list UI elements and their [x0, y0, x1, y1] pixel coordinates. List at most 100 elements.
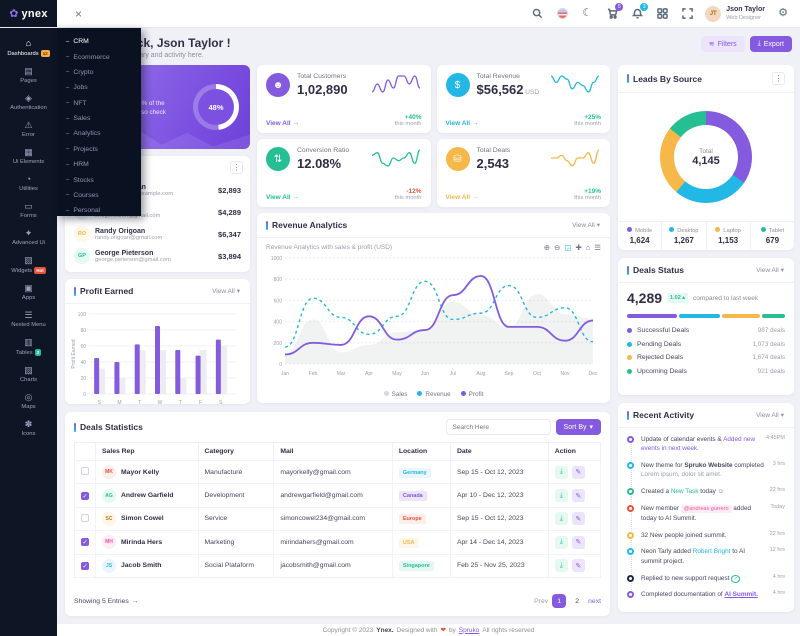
row-checkbox[interactable]: ✓: [81, 538, 89, 546]
edit-button[interactable]: ✎: [572, 489, 585, 502]
page-number-button[interactable]: 2: [570, 594, 584, 608]
user-avatar: JT: [705, 6, 721, 22]
sparkline-chart: [370, 147, 422, 171]
submenu-item-analytics[interactable]: –Analytics: [57, 126, 141, 141]
sidebar-item-advanced-ui[interactable]: ✦Advanced Ui: [0, 224, 57, 251]
svg-text:Aug: Aug: [477, 371, 486, 377]
stat-view-all-button[interactable]: View All→: [266, 120, 299, 127]
submenu-item-crypto[interactable]: –Crypto: [57, 65, 141, 80]
sidebar-item-ui-elements[interactable]: ▦Ui Elements: [0, 143, 57, 170]
notifications-bell-icon[interactable]: 3: [630, 7, 644, 21]
menu-icon[interactable]: ☰: [594, 243, 601, 252]
edit-button[interactable]: ✎: [572, 559, 585, 572]
stat-view-all-button[interactable]: View All→: [446, 194, 479, 201]
download-button[interactable]: ⤓: [555, 466, 568, 479]
table-search-input[interactable]: [446, 419, 551, 435]
filters-button[interactable]: ≋Filters: [701, 36, 745, 52]
stat-view-all-button[interactable]: View All→: [266, 194, 299, 201]
sidebar-item-pages[interactable]: ▤Pages: [0, 62, 57, 89]
avatar: AG: [102, 489, 116, 503]
app-logo[interactable]: ✿ ynex: [0, 0, 57, 27]
pan-icon[interactable]: ✚: [575, 243, 581, 252]
deals-status-view-all-button[interactable]: View All▾: [755, 265, 785, 275]
reset-home-icon[interactable]: ⌂: [586, 243, 591, 252]
edit-button[interactable]: ✎: [572, 512, 585, 525]
stat-view-all-button[interactable]: View All→: [446, 120, 479, 127]
nested-menu-icon: ☰: [24, 311, 32, 320]
avatar: MK: [102, 465, 116, 479]
spruko-link[interactable]: Spruko: [459, 627, 480, 634]
settings-gear-icon[interactable]: ⚙: [776, 7, 790, 21]
download-button[interactable]: ⤓: [555, 536, 568, 549]
page-number-button[interactable]: 1: [552, 594, 566, 608]
sidebar-toggle-close-icon[interactable]: ×: [75, 7, 82, 21]
deals-table: Sales RepCategoryMailLocationDateAction …: [74, 442, 601, 578]
zoom-in-icon[interactable]: ⊕: [544, 243, 550, 252]
sidebar-item-utilities[interactable]: ◔Utilities: [0, 170, 57, 197]
sidebar-item-charts[interactable]: ▨Charts: [0, 361, 57, 388]
leads-by-source-card: Leads By Source ⋮ Total 4,145: [618, 65, 794, 250]
legend-item[interactable]: Revenue: [417, 391, 450, 398]
submenu-item-projects[interactable]: –Projects: [57, 142, 141, 157]
download-button[interactable]: ⤓: [555, 559, 568, 572]
svg-text:W: W: [158, 400, 163, 406]
sidebar-item-error[interactable]: ⚠Error: [0, 116, 57, 143]
donut-total-label: Total: [692, 148, 720, 155]
submenu-item-hrm[interactable]: –HRM: [57, 157, 141, 172]
submenu-item-stocks[interactable]: –Stocks: [57, 172, 141, 187]
row-checkbox[interactable]: ✓: [81, 562, 89, 570]
sidebar-item-nested-menu[interactable]: ☰Nested Menu: [0, 306, 57, 333]
row-checkbox[interactable]: [81, 467, 89, 475]
sidebar-item-apps[interactable]: ▣Apps: [0, 279, 57, 306]
selection-zoom-icon[interactable]: ◲: [564, 243, 571, 252]
sidebar-item-icons[interactable]: ✽Icons: [0, 415, 57, 442]
sidebar-item-authentication[interactable]: ◈Authentication: [0, 89, 57, 116]
dark-mode-moon-icon[interactable]: ☾: [580, 7, 594, 21]
leads-menu-icon[interactable]: ⋮: [772, 72, 785, 85]
submenu-item-ecommerce[interactable]: –Ecommerce: [57, 49, 141, 64]
top-navbar: ✿ ynex × ☾ 5 3 JT: [0, 0, 800, 28]
submenu-item-sales[interactable]: –Sales: [57, 111, 141, 126]
svg-text:Feb: Feb: [309, 371, 318, 377]
sidebar-item-tables[interactable]: ▥Tables3: [0, 333, 57, 361]
legend-item[interactable]: Sales: [384, 391, 408, 398]
activity-view-all-button[interactable]: View All▾: [755, 410, 785, 420]
sidebar-item-widgets[interactable]: ▧WidgetsHot: [0, 251, 57, 279]
revenue-analytics-chart: 02004006008001000JanFebMarAprMayJunJulAu…: [257, 252, 610, 391]
profit-view-all-button[interactable]: View All▾: [211, 286, 241, 296]
sort-by-button[interactable]: Sort By▾: [556, 419, 601, 435]
top-deals-menu-icon[interactable]: ⋮: [230, 161, 243, 174]
cart-icon[interactable]: 5: [605, 7, 619, 21]
fullscreen-icon[interactable]: [680, 7, 694, 21]
submenu-item-nft[interactable]: –NFT: [57, 96, 141, 111]
submenu-item-crm[interactable]: –CRM: [57, 34, 141, 49]
edit-button[interactable]: ✎: [572, 466, 585, 479]
user-menu[interactable]: JT Json Taylor Web Designer: [705, 6, 765, 22]
language-flag-icon[interactable]: [555, 7, 569, 21]
svg-text:T: T: [179, 400, 182, 406]
legend-item[interactable]: Profit: [461, 391, 484, 398]
apps-icon: ▣: [24, 284, 33, 293]
edit-button[interactable]: ✎: [572, 536, 585, 549]
deals-status-row: Pending Deals1,073 deals: [627, 341, 785, 348]
sidebar-item-maps[interactable]: ◎Maps: [0, 388, 57, 415]
download-button[interactable]: ⤓: [555, 489, 568, 502]
row-checkbox[interactable]: [81, 514, 89, 522]
prev-page-button[interactable]: Prev: [534, 598, 548, 605]
zoom-out-icon[interactable]: ⊖: [554, 243, 560, 252]
sidebar-item-dashboards[interactable]: ⌂Dashboards12: [0, 34, 57, 62]
apps-grid-icon[interactable]: [655, 7, 669, 21]
stat-card-total-revenue: $Total Revenue$56,562 USDView All→+25%th…: [437, 65, 611, 133]
svg-text:F: F: [199, 400, 202, 406]
submenu-item-courses[interactable]: –Courses: [57, 188, 141, 203]
export-button[interactable]: ⤓Export: [750, 36, 792, 52]
revenue-view-all-button[interactable]: View All▾: [571, 220, 601, 230]
submenu-item-jobs[interactable]: –Jobs: [57, 80, 141, 95]
download-button[interactable]: ⤓: [555, 512, 568, 525]
submenu-item-personal[interactable]: –Personal: [57, 203, 141, 218]
search-icon[interactable]: [530, 7, 544, 21]
next-page-button[interactable]: next: [588, 598, 601, 605]
sidebar-item-forms[interactable]: ▭Forms: [0, 197, 57, 224]
row-checkbox[interactable]: ✓: [81, 492, 89, 500]
export-icon: ⤓: [758, 40, 761, 48]
